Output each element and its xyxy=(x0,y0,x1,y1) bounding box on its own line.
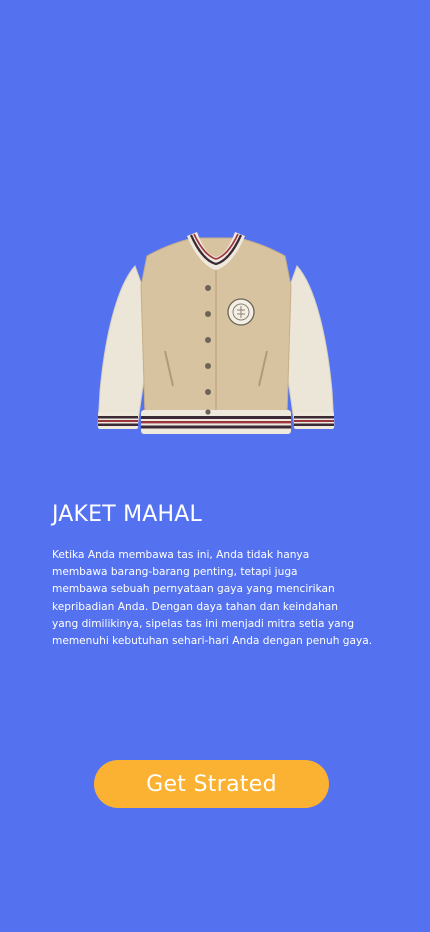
product-description: Ketika Anda membawa tas ini, Anda tidak … xyxy=(52,547,382,650)
get-started-button[interactable]: Get Strated xyxy=(94,760,329,808)
description-line: kepribadian Anda. Dengan daya tahan dan … xyxy=(52,600,338,613)
product-title: JAKET MAHAL xyxy=(52,502,202,527)
description-line: membawa barang-barang penting, tetapi ju… xyxy=(52,566,298,579)
description-line: membawa sebuah pernyataan gaya yang menc… xyxy=(52,583,335,596)
description-line: memenuhi kebutuhan sehari-hari Anda deng… xyxy=(52,635,373,648)
description-line: yang dimilikinya, sipelas tas ini menjad… xyxy=(52,617,355,630)
onboarding-screen: JAKET MAHAL Ketika Anda membawa tas ini,… xyxy=(0,0,430,932)
description-line: Ketika Anda membawa tas ini, Anda tidak … xyxy=(52,549,310,561)
varsity-jacket-image xyxy=(95,226,337,442)
